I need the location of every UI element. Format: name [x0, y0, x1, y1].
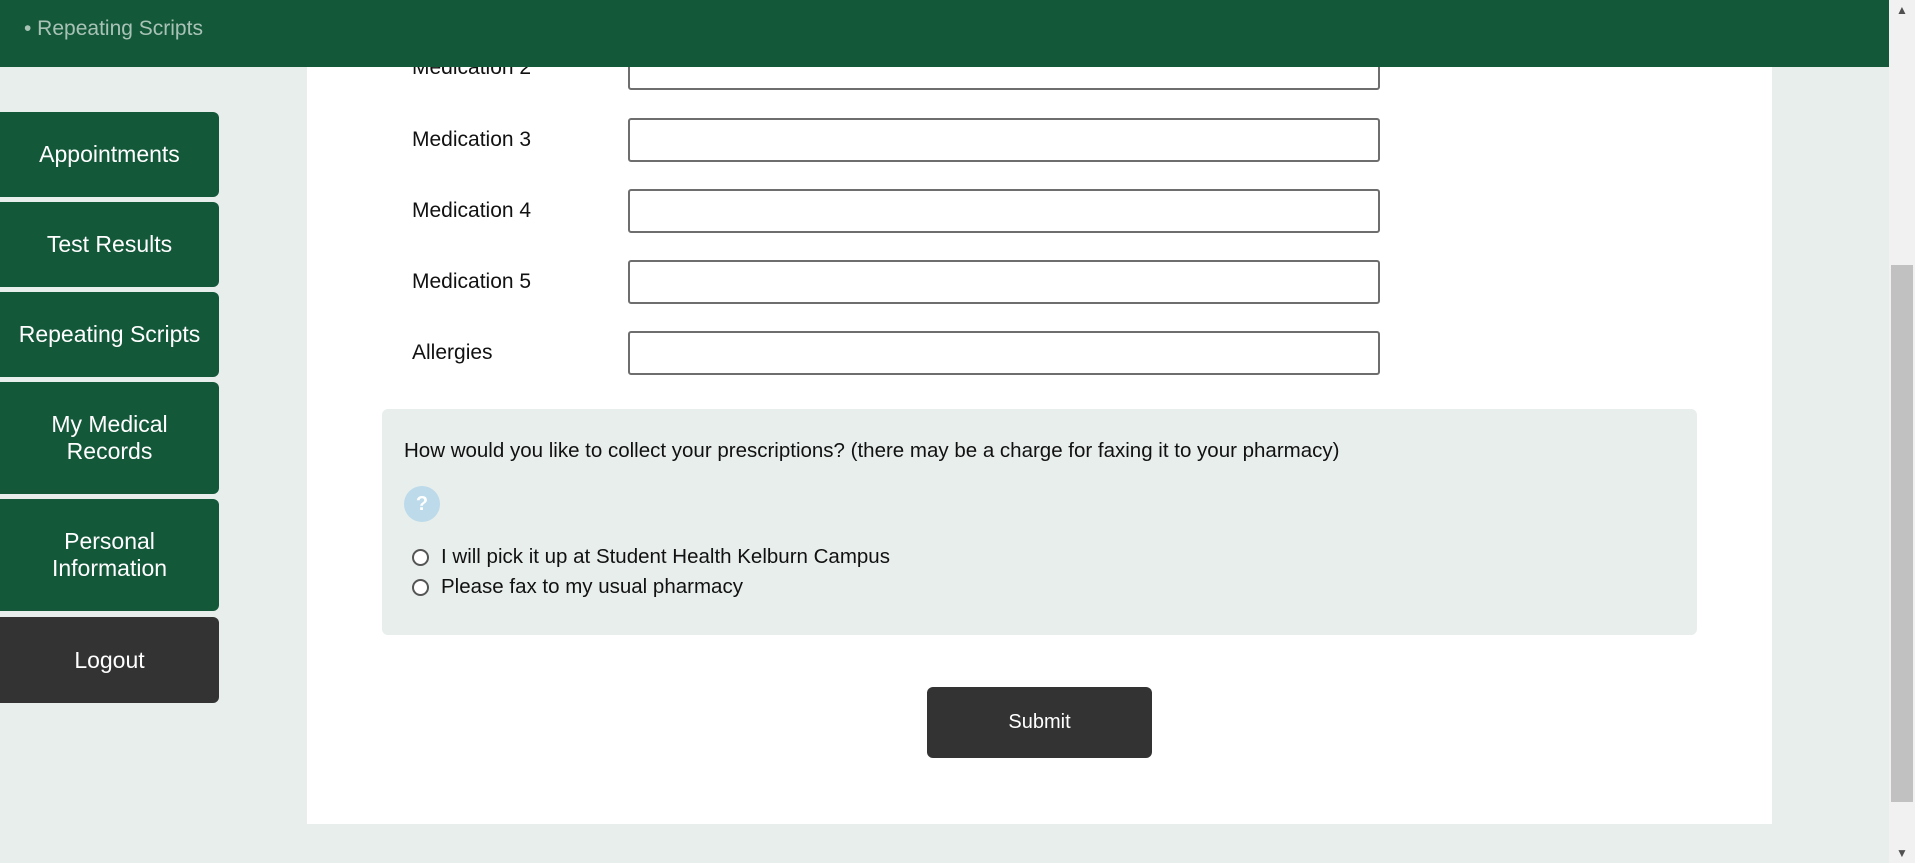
main-content-panel: Medication 2 Medication 3 Medication 4 M… — [307, 0, 1772, 824]
vertical-scrollbar[interactable]: ▲ ▼ — [1889, 0, 1915, 863]
sidebar-item-label: Appointments — [39, 141, 180, 167]
sidebar-item-label: Logout — [74, 646, 145, 673]
pickup-option-label: I will pick it up at Student Health Kelb… — [441, 545, 890, 568]
sidebar-item-personal-information[interactable]: Personal Information — [0, 499, 219, 611]
scroll-down-arrow-icon[interactable]: ▼ — [1889, 843, 1915, 863]
medication-5-input[interactable] — [628, 260, 1380, 304]
medication-5-row: Medication 5 — [307, 260, 1772, 304]
sidebar-item-logout[interactable]: Logout — [0, 617, 219, 703]
scroll-up-arrow-icon[interactable]: ▲ — [1889, 0, 1915, 20]
allergies-row: Allergies — [307, 331, 1772, 375]
allergies-label: Allergies — [412, 341, 493, 364]
medication-4-label: Medication 4 — [412, 199, 532, 222]
sidebar-item-appointments[interactable]: Appointments — [0, 112, 219, 197]
allergies-input[interactable] — [628, 331, 1380, 375]
sidebar-item-repeating-scripts[interactable]: Repeating Scripts — [0, 292, 219, 377]
medication-4-row: Medication 4 — [307, 189, 1772, 233]
pickup-option[interactable]: I will pick it up at Student Health Kelb… — [412, 545, 890, 569]
collection-question: How would you like to collect your presc… — [404, 439, 1340, 462]
medication-5-label: Medication 5 — [412, 270, 532, 293]
collection-method-panel: How would you like to collect your presc… — [382, 409, 1697, 635]
medication-4-input[interactable] — [628, 189, 1380, 233]
scrollbar-thumb[interactable] — [1891, 265, 1913, 802]
pickup-radio[interactable] — [412, 548, 429, 566]
top-header-bar: • Repeating Scripts — [0, 0, 1889, 67]
question-mark-icon[interactable]: ? — [404, 486, 440, 522]
sidebar-item-label: My Medical Records — [51, 411, 168, 464]
medication-3-input[interactable] — [628, 118, 1380, 162]
sidebar-item-test-results[interactable]: Test Results — [0, 202, 219, 287]
sidebar-item-label: Test Results — [46, 231, 173, 257]
fax-option[interactable]: Please fax to my usual pharmacy — [412, 575, 743, 599]
fax-option-label: Please fax to my usual pharmacy — [441, 575, 743, 598]
sidebar-item-label: Personal Information — [51, 528, 168, 581]
breadcrumb: • Repeating Scripts — [24, 17, 203, 40]
fax-radio[interactable] — [412, 578, 429, 596]
sidebar-item-label: Repeating Scripts — [18, 321, 201, 347]
submit-button[interactable]: Submit — [927, 687, 1152, 758]
medication-3-row: Medication 3 — [307, 118, 1772, 162]
sidebar-item-my-medical-records[interactable]: My Medical Records — [0, 382, 219, 494]
medication-3-label: Medication 3 — [412, 128, 532, 151]
